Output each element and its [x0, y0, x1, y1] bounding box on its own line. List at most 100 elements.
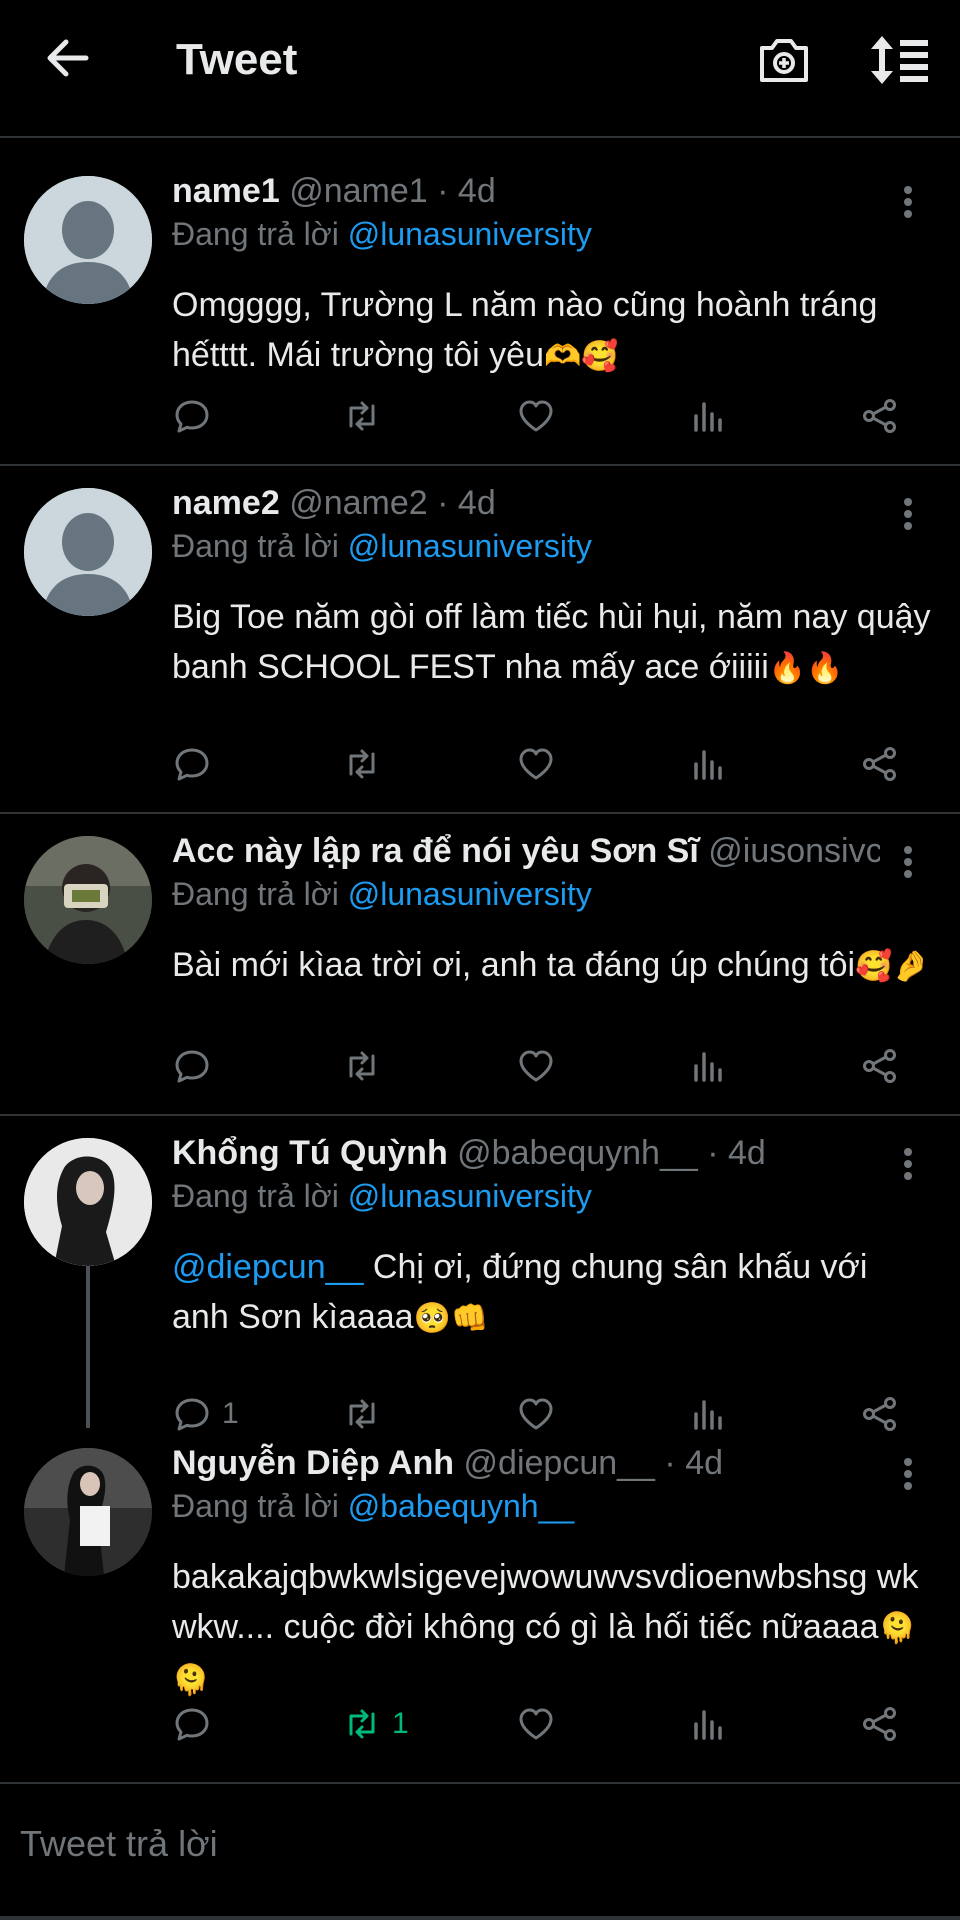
tweet-text: Omgggg, Trường L năm nào cũng hoành trán…	[172, 280, 932, 382]
tweet-actions	[0, 1036, 960, 1096]
separator-dot: ·	[437, 484, 449, 522]
reply-to-mention[interactable]: @babequynh__	[348, 1488, 574, 1524]
reply-prefix: Đang trả lời	[172, 1178, 339, 1214]
more-vertical-icon[interactable]	[896, 496, 920, 532]
page-title: Tweet	[176, 35, 298, 84]
reply-to-mention[interactable]: @lunasuniversity	[348, 876, 592, 912]
tweet-text: Big Toe năm gòi off làm tiếc hùi hụi, nă…	[172, 592, 932, 694]
share-icon	[863, 747, 896, 781]
user-handle[interactable]: @diepcun__	[464, 1444, 655, 1482]
tweet-emoji: 🔥🔥	[768, 651, 844, 686]
reply-prefix: Đang trả lời	[172, 528, 339, 564]
reply-composer	[0, 1782, 960, 1920]
share-button[interactable]	[860, 1036, 900, 1096]
tweet-item[interactable]: Khổng Tú Quỳnh @babequynh__ · 4d Đang tr…	[0, 1118, 960, 1431]
like-button[interactable]	[516, 1694, 556, 1754]
heart-icon	[519, 1708, 553, 1740]
top-app-bar: Tweet	[0, 0, 960, 138]
tweet-text: bakakajqbwkwlsigevejwowuwvsvdioenwbshsg …	[172, 1552, 932, 1706]
text-mention[interactable]: @diepcun__	[172, 1248, 363, 1286]
reply-input[interactable]	[20, 1814, 920, 1874]
display-name[interactable]: Khổng Tú Quỳnh	[172, 1134, 448, 1172]
user-handle[interactable]: @iusonsivc...	[708, 832, 880, 870]
reply-to-mention[interactable]: @lunasuniversity	[348, 1178, 592, 1214]
user-handle[interactable]: @name2	[289, 484, 427, 522]
timestamp: 4d	[728, 1134, 766, 1172]
tweet-actions	[0, 734, 960, 794]
reply-count: 1	[222, 1397, 239, 1430]
reply-context: Đang trả lời @lunasuniversity	[172, 868, 592, 920]
user-handle[interactable]: @name1	[289, 172, 427, 210]
default-avatar-icon[interactable]	[24, 176, 152, 304]
tweet-item[interactable]: name1 @name1 · 4d Đang trả lời @lunasuni…	[0, 140, 960, 466]
tweet-item[interactable]: Acc này lập ra để nói yêu Sơn Sĩ @iusons…	[0, 816, 960, 1116]
share-button[interactable]	[860, 734, 900, 794]
reply-icon	[175, 1050, 209, 1083]
user-handle[interactable]: @babequynh__	[457, 1134, 698, 1172]
share-icon	[863, 1707, 896, 1741]
reply-icon	[175, 748, 209, 781]
tweet-item[interactable]: Nguyễn Diệp Anh @diepcun__ · 4d Đang trả…	[0, 1428, 960, 1784]
tweet-emoji: 🫶🥰	[544, 339, 619, 374]
tweet-actions: 1	[0, 1694, 960, 1754]
analytics-button[interactable]	[688, 1694, 728, 1754]
share-icon	[863, 1049, 896, 1083]
more-vertical-icon[interactable]	[896, 1456, 920, 1492]
user-avatar[interactable]	[24, 836, 152, 964]
analytics-icon	[694, 402, 722, 432]
reply-context: Đang trả lời @babequynh__	[172, 1480, 574, 1532]
timestamp: 4d	[457, 484, 496, 522]
user-avatar[interactable]	[24, 1138, 152, 1266]
tweet-body: Bài mới kìaa trời ơi, anh ta đáng úp chú…	[172, 946, 856, 984]
share-button[interactable]	[860, 1694, 900, 1754]
display-name[interactable]: Acc này lập ra để nói yêu Sơn Sĩ	[172, 832, 699, 870]
share-button[interactable]	[860, 386, 900, 446]
arrow-left-icon[interactable]	[40, 30, 96, 86]
tweet-text: Bài mới kìaa trời ơi, anh ta đáng úp chú…	[172, 940, 932, 992]
like-button[interactable]	[516, 386, 556, 446]
retweet-button[interactable]	[342, 386, 392, 446]
default-avatar-icon[interactable]	[24, 488, 152, 616]
retweet-button[interactable]	[342, 734, 392, 794]
retweet-icon	[349, 749, 375, 779]
reply-button[interactable]	[172, 1036, 222, 1096]
retweet-icon	[349, 1709, 375, 1739]
heart-icon	[519, 400, 553, 432]
timestamp: 4d	[457, 172, 496, 210]
user-avatar[interactable]	[24, 1448, 152, 1576]
retweet-icon	[349, 401, 375, 431]
reply-to-mention[interactable]: @lunasuniversity	[348, 216, 592, 252]
analytics-button[interactable]	[688, 1036, 728, 1096]
heart-icon	[519, 1050, 553, 1082]
reply-button[interactable]	[172, 386, 222, 446]
more-vertical-icon[interactable]	[896, 184, 920, 220]
share-icon	[863, 399, 896, 433]
analytics-icon	[694, 1052, 722, 1082]
display-name[interactable]: name2	[172, 484, 280, 522]
retweet-button[interactable]: 1	[342, 1694, 409, 1754]
more-vertical-icon[interactable]	[896, 844, 920, 880]
timestamp: 4d	[685, 1444, 724, 1482]
analytics-button[interactable]	[688, 386, 728, 446]
reply-to-mention[interactable]: @lunasuniversity	[348, 528, 592, 564]
tweet-body: Omgggg, Trường L năm nào cũng hoành trán…	[172, 286, 878, 374]
separator-dot: ·	[437, 172, 449, 210]
reply-button[interactable]	[172, 1694, 222, 1754]
tweet-text: @diepcun__ Chị ơi, đứng chung sân khấu v…	[172, 1242, 932, 1344]
retweet-button[interactable]	[342, 1036, 392, 1096]
camera-plus-icon[interactable]	[754, 30, 814, 90]
heart-icon	[519, 748, 553, 780]
analytics-icon	[694, 1710, 722, 1740]
sort-icon[interactable]	[868, 30, 932, 90]
reply-button[interactable]	[172, 734, 222, 794]
display-name[interactable]: Nguyễn Diệp Anh	[172, 1444, 454, 1482]
tweet-item[interactable]: name2 @name2 · 4d Đang trả lời @lunasuni…	[0, 468, 960, 814]
analytics-icon	[694, 750, 722, 780]
like-button[interactable]	[516, 734, 556, 794]
more-vertical-icon[interactable]	[896, 1146, 920, 1182]
retweet-count: 1	[392, 1707, 409, 1740]
reply-context: Đang trả lời @lunasuniversity	[172, 520, 592, 572]
like-button[interactable]	[516, 1036, 556, 1096]
display-name[interactable]: name1	[172, 172, 280, 210]
analytics-button[interactable]	[688, 734, 728, 794]
